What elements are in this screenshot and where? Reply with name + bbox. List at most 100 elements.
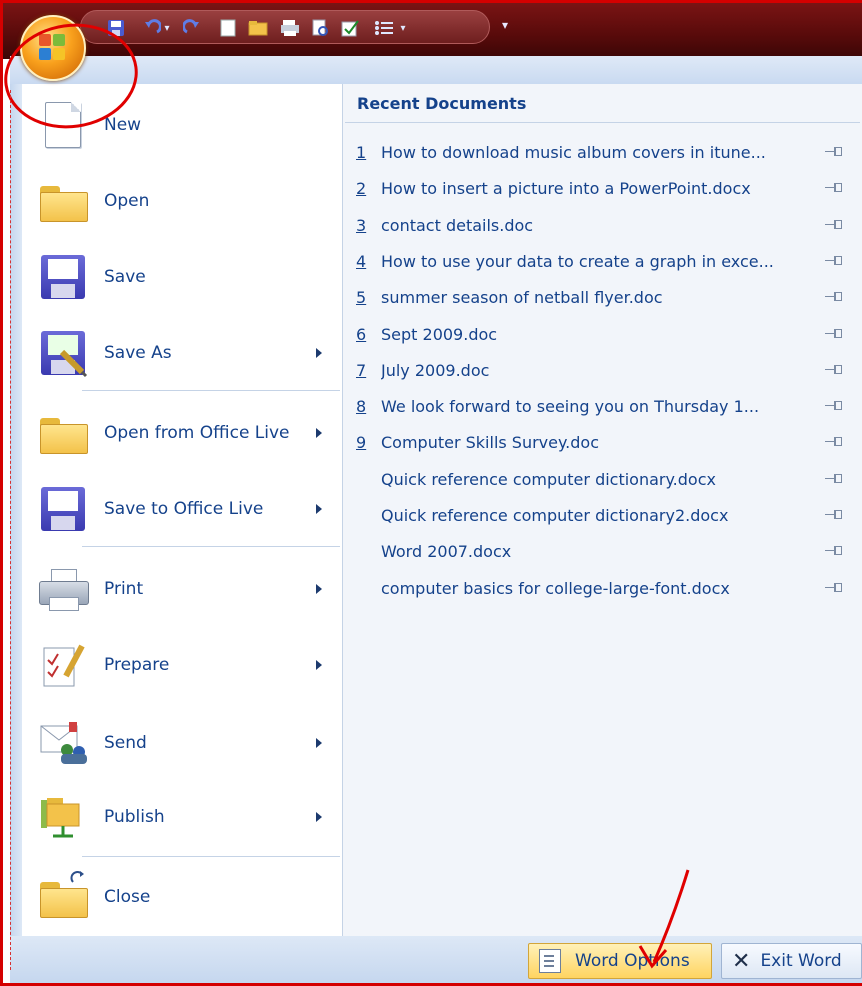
redo-icon[interactable]	[181, 17, 203, 39]
recent-document-item[interactable]: computer basics for college-large-font.d…	[345, 570, 862, 606]
recent-document-name: Sept 2009.doc	[381, 324, 498, 344]
submenu-arrow-icon	[316, 504, 322, 514]
menu-item-save-as[interactable]: Save As	[22, 326, 342, 380]
menu-item-open[interactable]: Open	[22, 174, 342, 228]
menu-item-label: Save to Office Live	[104, 499, 264, 519]
menu-item-label: Close	[104, 887, 151, 907]
recent-document-item[interactable]: 4 How to use your data to create a graph …	[345, 243, 862, 279]
recent-separator	[345, 122, 860, 123]
menu-item-label: Publish	[104, 807, 165, 827]
recent-document-number: 3	[356, 215, 367, 235]
exit-word-label: Exit Word	[760, 951, 842, 971]
recent-document-item[interactable]: Word 2007.docx	[345, 533, 862, 569]
exit-word-button[interactable]: ✕ Exit Word	[721, 943, 862, 979]
options-icon	[539, 949, 561, 973]
pin-icon[interactable]	[825, 509, 845, 521]
menu-item-send[interactable]: Send	[22, 716, 342, 770]
recent-document-number: 2	[356, 178, 367, 198]
recent-document-item[interactable]: 9 Computer Skills Survey.doc	[345, 424, 862, 460]
menu-item-publish[interactable]: Publish	[22, 790, 342, 844]
pin-icon[interactable]	[825, 219, 845, 231]
recent-document-name: Computer Skills Survey.doc	[381, 432, 600, 452]
recent-documents-title: Recent Documents	[357, 94, 527, 113]
menu-item-label: Save	[104, 267, 146, 287]
annotation-arrow	[638, 869, 690, 969]
recent-document-name: summer season of netball flyer.doc	[381, 287, 663, 307]
open-icon[interactable]	[247, 17, 269, 39]
submenu-arrow-icon	[316, 812, 322, 822]
submenu-arrow-icon	[316, 738, 322, 748]
new-doc-icon[interactable]	[217, 17, 239, 39]
publish-icon	[36, 790, 90, 844]
print-icon[interactable]	[309, 17, 331, 39]
recent-document-item[interactable]: 6 Sept 2009.doc	[345, 316, 862, 352]
customize-qat-icon[interactable]: ▾	[502, 18, 508, 32]
print-icon	[36, 562, 90, 616]
recent-document-item[interactable]: 5 summer season of netball flyer.doc	[345, 279, 862, 315]
submenu-arrow-icon	[316, 660, 322, 670]
open-folder-icon	[36, 174, 90, 228]
undo-dropdown-icon[interactable]: ▾	[161, 17, 173, 39]
recent-document-name: How to insert a picture into a PowerPoin…	[381, 178, 751, 198]
menu-item-print[interactable]: Print	[22, 562, 342, 616]
prepare-icon	[36, 638, 90, 692]
menu-item-prepare[interactable]: Prepare	[22, 638, 342, 692]
recent-document-name: We look forward to seeing you on Thursda…	[381, 396, 760, 416]
pin-icon[interactable]	[825, 436, 845, 448]
menu-item-label: Open from Office Live	[104, 423, 290, 443]
recent-document-item[interactable]: Quick reference computer dictionary.docx	[345, 461, 862, 497]
menu-separator	[82, 546, 340, 547]
pin-icon[interactable]	[825, 545, 845, 557]
menu-item-save[interactable]: Save	[22, 250, 342, 304]
pin-icon[interactable]	[825, 328, 845, 340]
submenu-arrow-icon	[316, 348, 322, 358]
recent-document-name: Quick reference computer dictionary2.doc…	[381, 505, 729, 525]
undo-icon[interactable]	[141, 17, 163, 39]
recent-document-name: How to download music album covers in it…	[381, 142, 766, 162]
menu-item-open-office-live[interactable]: Open from Office Live	[22, 406, 342, 460]
recent-document-number: 9	[356, 432, 367, 452]
recent-document-name: Quick reference computer dictionary.docx	[381, 469, 716, 489]
pin-icon[interactable]	[825, 255, 845, 267]
annotation-dashed-line	[10, 90, 12, 970]
menu-item-save-office-live[interactable]: Save to Office Live	[22, 482, 342, 536]
menu-separator	[82, 856, 340, 857]
recent-document-name: computer basics for college-large-font.d…	[381, 578, 730, 598]
save-floppy-icon	[36, 250, 90, 304]
menu-item-label: Prepare	[104, 655, 170, 675]
recent-document-number: 1	[356, 142, 367, 162]
close-icon: ✕	[732, 948, 751, 974]
recent-document-name: July 2009.doc	[381, 360, 490, 380]
menu-item-label: Save As	[104, 343, 172, 363]
recent-document-number: 4	[356, 251, 367, 271]
spelling-icon[interactable]	[339, 17, 361, 39]
pin-icon[interactable]	[825, 182, 845, 194]
pin-icon[interactable]	[825, 146, 845, 158]
menu-item-close[interactable]: Close	[22, 870, 342, 924]
recent-document-number: 8	[356, 396, 367, 416]
menu-item-label: New	[104, 115, 142, 135]
recent-document-item[interactable]: 1 How to download music album covers in i…	[345, 134, 862, 170]
pin-icon[interactable]	[825, 364, 845, 376]
submenu-arrow-icon	[316, 428, 322, 438]
office-live-open-icon	[36, 406, 90, 460]
menu-separator	[82, 390, 340, 391]
menu-item-label: Open	[104, 191, 150, 211]
recent-document-item[interactable]: 8 We look forward to seeing you on Thursd…	[345, 388, 862, 424]
submenu-arrow-icon	[316, 584, 322, 594]
quick-access-toolbar: ▾ ▾	[80, 10, 490, 44]
pin-icon[interactable]	[825, 473, 845, 485]
recent-document-item[interactable]: Quick reference computer dictionary2.doc…	[345, 497, 862, 533]
recent-document-item[interactable]: 3 contact details.doc	[345, 207, 862, 243]
recent-document-number: 5	[356, 287, 367, 307]
menu-item-label: Send	[104, 733, 147, 753]
pin-icon[interactable]	[825, 400, 845, 412]
bullets-icon[interactable]	[373, 17, 395, 39]
print-preview-icon[interactable]	[279, 17, 301, 39]
recent-document-item[interactable]: 7 July 2009.doc	[345, 352, 862, 388]
recent-document-item[interactable]: 2 How to insert a picture into a PowerPoi…	[345, 170, 862, 206]
bullets-dropdown-icon[interactable]: ▾	[397, 17, 409, 39]
recent-document-number: 6	[356, 324, 367, 344]
pin-icon[interactable]	[825, 291, 845, 303]
pin-icon[interactable]	[825, 582, 845, 594]
